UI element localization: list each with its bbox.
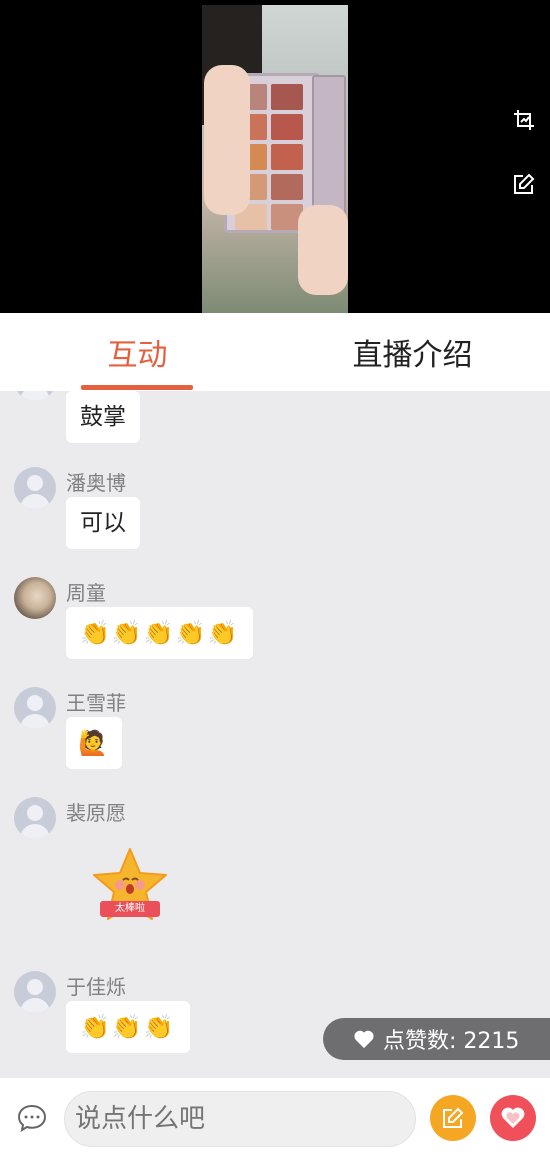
message-bubble: 鼓掌 — [66, 391, 140, 443]
chat-bubble-icon[interactable] — [16, 1102, 48, 1134]
video-hand-right — [298, 205, 348, 295]
message-bubble: 👏👏👏 — [66, 1001, 190, 1053]
avatar[interactable] — [14, 391, 56, 401]
sender-name: 周童 — [66, 581, 106, 605]
active-tab-indicator — [81, 385, 193, 390]
video-frame — [202, 5, 348, 313]
sticker-label: 太棒啦 — [115, 903, 145, 914]
message-bubble: 👏👏👏👏👏 — [66, 607, 254, 659]
tab-interaction[interactable]: 互动 — [0, 313, 275, 391]
live-stream-screen: 互动 直播介绍 鼓掌 潘奥博 可以 周童 👏👏👏👏👏 王雪菲 🙋 裴原愿 太棒啦… — [0, 0, 550, 1155]
sender-name: 裴原愿 — [66, 801, 126, 825]
chat-list[interactable]: 鼓掌 潘奥博 可以 周童 👏👏👏👏👏 王雪菲 🙋 裴原愿 太棒啦 于佳烁 👏👏👏 — [0, 391, 550, 1078]
crop-icon[interactable] — [512, 108, 536, 132]
likes-count: 点赞数: 2215 — [383, 1029, 520, 1054]
sender-name: 潘奥博 — [66, 471, 126, 495]
comment-input[interactable] — [64, 1091, 416, 1147]
tab-bar: 互动 直播介绍 — [0, 313, 550, 391]
edit-button[interactable] — [430, 1095, 476, 1141]
avatar[interactable] — [14, 797, 56, 839]
video-hand-left — [204, 65, 250, 215]
tab-live-intro[interactable]: 直播介绍 — [275, 313, 550, 391]
pencil-icon — [443, 1107, 464, 1128]
heart-icon — [353, 1029, 375, 1049]
video-player[interactable] — [0, 0, 550, 313]
sender-name: 王雪菲 — [66, 691, 126, 715]
heart-icon — [501, 1107, 525, 1128]
message-bubble: 可以 — [66, 497, 140, 549]
like-button[interactable] — [490, 1095, 536, 1141]
star-sticker: 太棒啦 — [88, 845, 172, 925]
composer-bar — [0, 1078, 550, 1155]
sender-name: 于佳烁 — [66, 975, 126, 999]
avatar[interactable] — [14, 687, 56, 729]
avatar[interactable] — [14, 577, 56, 619]
message-bubble: 🙋 — [66, 717, 122, 769]
likes-badge: 点赞数: 2215 — [323, 1018, 550, 1060]
avatar[interactable] — [14, 971, 56, 1013]
edit-icon[interactable] — [512, 172, 536, 196]
avatar[interactable] — [14, 467, 56, 509]
